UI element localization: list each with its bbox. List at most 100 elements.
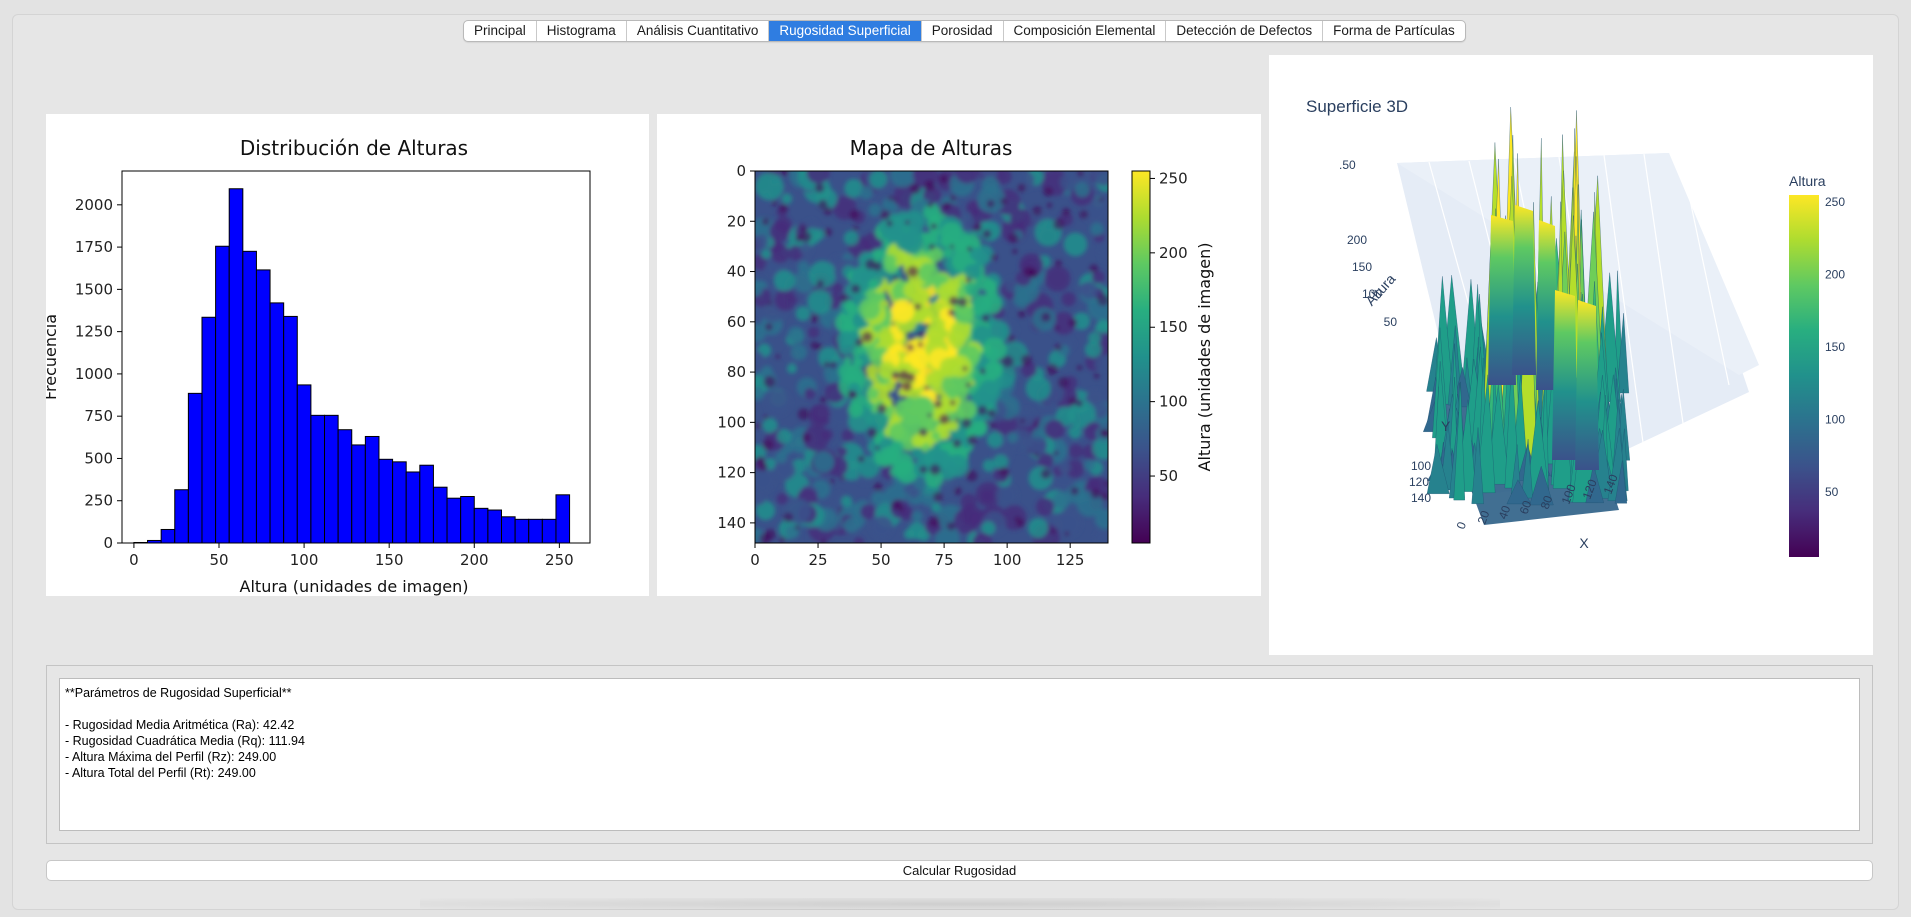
surface3d-y-title: Y bbox=[1441, 418, 1451, 434]
tab-analisis-cuantitativo[interactable]: Análisis Cuantitativo bbox=[627, 21, 770, 41]
heightmap-xtick-label: 125 bbox=[1056, 551, 1085, 569]
heightmap-particle bbox=[944, 284, 953, 293]
surface3d-colorbar-title: Altura bbox=[1789, 173, 1826, 189]
heightmap-cell bbox=[1027, 517, 1049, 538]
heightmap-cell bbox=[853, 537, 865, 543]
heightmap-cell bbox=[795, 306, 811, 322]
heightmap-xtick-label: 50 bbox=[872, 551, 891, 569]
heightmap-gap bbox=[973, 223, 982, 232]
tab-forma-particulas[interactable]: Forma de Partículas bbox=[1323, 21, 1465, 41]
heightmap-chart: Mapa de Alturas 0 25 50 75 100 125 0 20 40 60 80 1… bbox=[717, 136, 1214, 569]
heightmap-gap bbox=[779, 203, 788, 213]
heightmap-gap bbox=[873, 482, 883, 492]
heightmap-cell bbox=[993, 454, 1009, 470]
heightmap-gap bbox=[1019, 418, 1025, 424]
heightmap-ytick-label: 120 bbox=[717, 464, 746, 482]
results-heading: **Parámetros de Rugosidad Superficial** bbox=[65, 686, 292, 700]
heightmap-cell bbox=[869, 171, 888, 189]
heightmap-cell bbox=[1090, 222, 1104, 236]
heightmap-gap bbox=[1046, 363, 1059, 376]
heightmap-gap bbox=[851, 284, 861, 294]
heightmap-cell bbox=[981, 176, 999, 194]
histogram-bar bbox=[215, 245, 230, 544]
heightmap-gap bbox=[957, 297, 968, 308]
heightmap-cell bbox=[1036, 497, 1055, 516]
surface3d-colorbar-tick: 250 bbox=[1825, 195, 1845, 209]
surface3d-ztick: 200 bbox=[1347, 233, 1367, 247]
surface3d-colorbar-tick: 200 bbox=[1825, 268, 1845, 282]
histogram-bar bbox=[364, 435, 380, 544]
calcular-rugosidad-button[interactable]: Calcular Rugosidad bbox=[46, 860, 1873, 881]
histogram-bar bbox=[392, 461, 407, 544]
tab-composicion-elemental[interactable]: Composición Elemental bbox=[1004, 21, 1167, 41]
results-textarea[interactable]: **Parámetros de Rugosidad Superficial** … bbox=[59, 678, 1860, 831]
heightmap-particle bbox=[942, 248, 953, 258]
surface3d-xtick: 0 bbox=[1454, 520, 1470, 531]
histogram-xlabel: Altura (unidades de imagen) bbox=[240, 577, 469, 596]
heightmap-gap bbox=[1075, 399, 1083, 407]
heightmap-cell bbox=[1025, 375, 1051, 401]
heightmap-gap bbox=[783, 512, 794, 523]
heightmap-particle bbox=[893, 330, 904, 342]
histogram-ytick-label: 0 bbox=[103, 534, 113, 552]
heightmap-particle bbox=[858, 298, 881, 320]
heightmap-gap bbox=[820, 539, 827, 543]
heightmap-gap bbox=[810, 341, 819, 350]
surface3d-peak bbox=[1488, 215, 1516, 385]
heightmap-gap bbox=[852, 225, 859, 232]
heightmap-gap bbox=[1043, 186, 1054, 197]
heightmap-cell bbox=[1007, 432, 1019, 443]
heightmap-cell bbox=[1028, 437, 1047, 456]
tab-principal[interactable]: Principal bbox=[464, 21, 537, 41]
heightmap-particle bbox=[911, 447, 923, 459]
window-shadow bbox=[420, 898, 1500, 910]
histogram-bar bbox=[283, 315, 298, 544]
heightmap-particle bbox=[903, 281, 922, 300]
heightmap-cell bbox=[755, 494, 766, 506]
histogram-bar bbox=[242, 250, 257, 544]
heightmap-cell bbox=[774, 288, 797, 311]
heightmap-gap bbox=[953, 487, 962, 496]
heightmap-cell bbox=[755, 172, 784, 201]
surface3d-ztick: 50 bbox=[1384, 315, 1398, 329]
tab-deteccion-defectos[interactable]: Detección de Defectos bbox=[1166, 21, 1324, 41]
heightmap-cell bbox=[870, 515, 894, 539]
heightmap-gap bbox=[924, 385, 929, 391]
heightmap-cell bbox=[776, 428, 792, 444]
tab-bar: Principal Histograma Análisis Cuantitati… bbox=[463, 20, 1466, 42]
heightmap-gap bbox=[914, 303, 922, 311]
heightmap-gap bbox=[901, 381, 912, 392]
histogram-ytick-label: 500 bbox=[84, 449, 113, 467]
surface3d-ztick: .50 bbox=[1339, 158, 1356, 172]
heightmap-cell bbox=[1052, 490, 1071, 509]
heightmap-colorbar-tick-label: 200 bbox=[1159, 244, 1188, 262]
surface3d-colorbar-tick: 50 bbox=[1825, 485, 1839, 499]
histogram-bar bbox=[419, 464, 434, 544]
histogram-bar bbox=[296, 384, 312, 544]
heightmap-gap bbox=[814, 183, 825, 193]
heightmap-gap bbox=[929, 464, 941, 475]
histogram-panel: Distribución de Alturas 0 50 100 150 200 250 … bbox=[46, 114, 649, 596]
heightmap-gap bbox=[764, 529, 776, 540]
heightmap-cell bbox=[837, 446, 848, 457]
heightmap-particle bbox=[843, 300, 855, 312]
histogram-ytick-label: 2000 bbox=[75, 196, 113, 214]
heightmap-gap bbox=[949, 244, 954, 249]
heightmap-gap bbox=[924, 180, 936, 192]
heightmap-cell bbox=[765, 389, 792, 416]
heightmap-gap bbox=[763, 414, 769, 420]
heightmap-cell bbox=[755, 234, 769, 249]
heightmap-gap bbox=[1076, 364, 1083, 371]
histogram-bar bbox=[487, 509, 503, 544]
tab-histograma[interactable]: Histograma bbox=[537, 21, 627, 41]
heightmap-cell bbox=[1010, 208, 1032, 230]
histogram-xtick-label: 150 bbox=[375, 551, 404, 569]
heightmap-gap bbox=[1032, 206, 1042, 216]
tab-rugosidad-superficial[interactable]: Rugosidad Superficial bbox=[769, 21, 922, 41]
tab-porosidad[interactable]: Porosidad bbox=[922, 21, 1004, 41]
heightmap-cell bbox=[776, 493, 788, 505]
heightmap-gap bbox=[823, 361, 830, 368]
heightmap-gap bbox=[907, 265, 919, 278]
heightmap-gap bbox=[800, 231, 812, 243]
heightmap-gap bbox=[919, 465, 928, 474]
